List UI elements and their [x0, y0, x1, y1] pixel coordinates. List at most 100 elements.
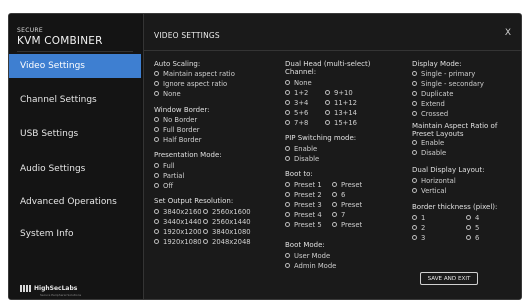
- resolution-1920x1200-option[interactable]: 1920x1200: [154, 228, 202, 236]
- boot-preset-option-a[interactable]: Preset: [332, 181, 362, 189]
- dual-head-13-14-option[interactable]: 13+14: [325, 109, 357, 117]
- boot-preset-4-option[interactable]: Preset 4: [285, 211, 322, 219]
- brand-top: SECURE: [17, 27, 43, 34]
- dual-head-heading: Dual Head (multi-select): [285, 60, 371, 68]
- display-mode-heading: Display Mode:: [412, 60, 462, 68]
- brand-title: KVM COMBINER: [17, 35, 103, 47]
- auto-scaling-maintain-option[interactable]: Maintain aspect ratio: [154, 70, 235, 78]
- radio-icon: [285, 79, 290, 85]
- resolution-2560x1600-option[interactable]: 2560x1600: [203, 208, 251, 216]
- boot-preset-option-b[interactable]: Preset: [332, 201, 362, 209]
- save-and-exit-button[interactable]: SAVE AND EXIT: [420, 272, 478, 285]
- kvm-settings-window: SECURE KVM COMBINER Video Settings Chann…: [8, 13, 522, 300]
- sidebar-item-system-info[interactable]: System Info: [9, 222, 141, 246]
- logo-name: HighSecLabs: [34, 285, 78, 292]
- radio-icon: [203, 208, 208, 214]
- resolution-3840x1080-option[interactable]: 3840x1080: [203, 228, 251, 236]
- boot-to-heading: Boot to:: [285, 170, 313, 178]
- boot-6-option[interactable]: 6: [332, 191, 345, 199]
- resolution-2048x2048-option[interactable]: 2048x2048: [203, 238, 251, 246]
- presentation-partial-option[interactable]: Partial: [154, 172, 184, 180]
- logo-tagline: Secure Peripheral Solutions: [40, 293, 82, 297]
- pip-disable-option[interactable]: Disable: [285, 155, 319, 163]
- radio-icon: [412, 149, 417, 155]
- checkbox-icon: [325, 89, 330, 95]
- sidebar-item-audio-settings[interactable]: Audio Settings: [9, 157, 141, 181]
- display-duplicate-option[interactable]: Duplicate: [412, 90, 453, 98]
- resolution-3440x1440-option[interactable]: 3440x1440: [154, 218, 202, 226]
- dual-display-vertical-option[interactable]: Vertical: [412, 187, 446, 195]
- aspect-preset-enable-option[interactable]: Enable: [412, 139, 444, 147]
- display-extend-option[interactable]: Extend: [412, 100, 445, 108]
- resolution-1920x1080-option[interactable]: 1920x1080: [154, 238, 202, 246]
- boot-user-mode-option[interactable]: User Mode: [285, 252, 330, 260]
- sidebar: SECURE KVM COMBINER Video Settings Chann…: [9, 14, 141, 299]
- radio-icon: [332, 181, 337, 187]
- boot-preset-2-option[interactable]: Preset 2: [285, 191, 322, 199]
- border-thickness-5-option[interactable]: 5: [466, 224, 479, 232]
- resolution-3840x2160-option[interactable]: 3840x2160: [154, 208, 202, 216]
- checkbox-icon: [285, 99, 290, 105]
- pip-enable-option[interactable]: Enable: [285, 145, 317, 153]
- logo-icon: [20, 285, 31, 292]
- border-thickness-1-option[interactable]: 1: [412, 214, 425, 222]
- radio-icon: [412, 234, 417, 240]
- auto-scaling-ignore-option[interactable]: Ignore aspect ratio: [154, 80, 227, 88]
- window-border-half-option[interactable]: Half Border: [154, 136, 202, 144]
- aspect-preset-disable-option[interactable]: Disable: [412, 149, 446, 157]
- presentation-full-option[interactable]: Full: [154, 162, 175, 170]
- border-thickness-2-option[interactable]: 2: [412, 224, 425, 232]
- resolution-2560x1440-option[interactable]: 2560x1440: [203, 218, 251, 226]
- dual-display-heading: Dual Display Layout:: [412, 166, 485, 174]
- window-border-none-option[interactable]: No Border: [154, 116, 197, 124]
- radio-icon: [412, 70, 417, 76]
- border-thickness-4-option[interactable]: 4: [466, 214, 479, 222]
- presentation-off-option[interactable]: Off: [154, 182, 173, 190]
- boot-preset-option-c[interactable]: Preset: [332, 221, 362, 229]
- sidebar-item-channel-settings[interactable]: Channel Settings: [9, 88, 141, 112]
- sidebar-item-advanced-operations[interactable]: Advanced Operations: [9, 190, 141, 214]
- radio-icon: [412, 224, 417, 230]
- sidebar-item-usb-settings[interactable]: USB Settings: [9, 122, 141, 146]
- display-crossed-option[interactable]: Crossed: [412, 110, 448, 118]
- close-button[interactable]: X: [505, 28, 511, 38]
- radio-icon: [412, 139, 417, 145]
- radio-icon: [154, 208, 159, 214]
- boot-preset-3-option[interactable]: Preset 3: [285, 201, 322, 209]
- auto-scaling-none-option[interactable]: None: [154, 90, 181, 98]
- boot-7-option[interactable]: 7: [332, 211, 345, 219]
- checkbox-icon: [285, 109, 290, 115]
- display-single-primary-option[interactable]: Single - primary: [412, 70, 475, 78]
- boot-preset-1-option[interactable]: Preset 1: [285, 181, 322, 189]
- radio-icon: [154, 126, 159, 132]
- radio-icon: [412, 110, 417, 116]
- display-single-secondary-option[interactable]: Single - secondary: [412, 80, 484, 88]
- window-border-full-option[interactable]: Full Border: [154, 126, 200, 134]
- dual-head-none-option[interactable]: None: [285, 79, 312, 87]
- dual-head-5-6-option[interactable]: 5+6: [285, 109, 308, 117]
- border-thickness-3-option[interactable]: 3: [412, 234, 425, 242]
- radio-icon: [203, 218, 208, 224]
- radio-icon: [154, 218, 159, 224]
- dual-head-heading-channel: Channel:: [285, 68, 317, 76]
- dual-head-15-16-option[interactable]: 15+16: [325, 119, 357, 127]
- border-thickness-6-option[interactable]: 6: [466, 234, 479, 242]
- dual-head-1-2-option[interactable]: 1+2: [285, 89, 308, 97]
- boot-preset-5-option[interactable]: Preset 5: [285, 221, 322, 229]
- boot-admin-mode-option[interactable]: Admin Mode: [285, 262, 336, 270]
- dual-head-7-8-option[interactable]: 7+8: [285, 119, 308, 127]
- dual-head-11-12-option[interactable]: 11+12: [325, 99, 357, 107]
- radio-icon: [154, 238, 159, 244]
- radio-icon: [285, 211, 290, 217]
- radio-icon: [332, 221, 337, 227]
- dual-head-9-10-option[interactable]: 9+10: [325, 89, 353, 97]
- radio-icon: [285, 262, 290, 268]
- radio-icon: [466, 214, 471, 220]
- highseclabs-logo: HighSecLabs Secure Peripheral Solutions: [20, 285, 81, 297]
- brand-divider: [17, 51, 133, 52]
- radio-icon: [466, 234, 471, 240]
- dual-head-3-4-option[interactable]: 3+4: [285, 99, 308, 107]
- radio-icon: [154, 116, 159, 122]
- sidebar-item-video-settings[interactable]: Video Settings: [9, 54, 141, 78]
- dual-display-horizontal-option[interactable]: Horizontal: [412, 177, 456, 185]
